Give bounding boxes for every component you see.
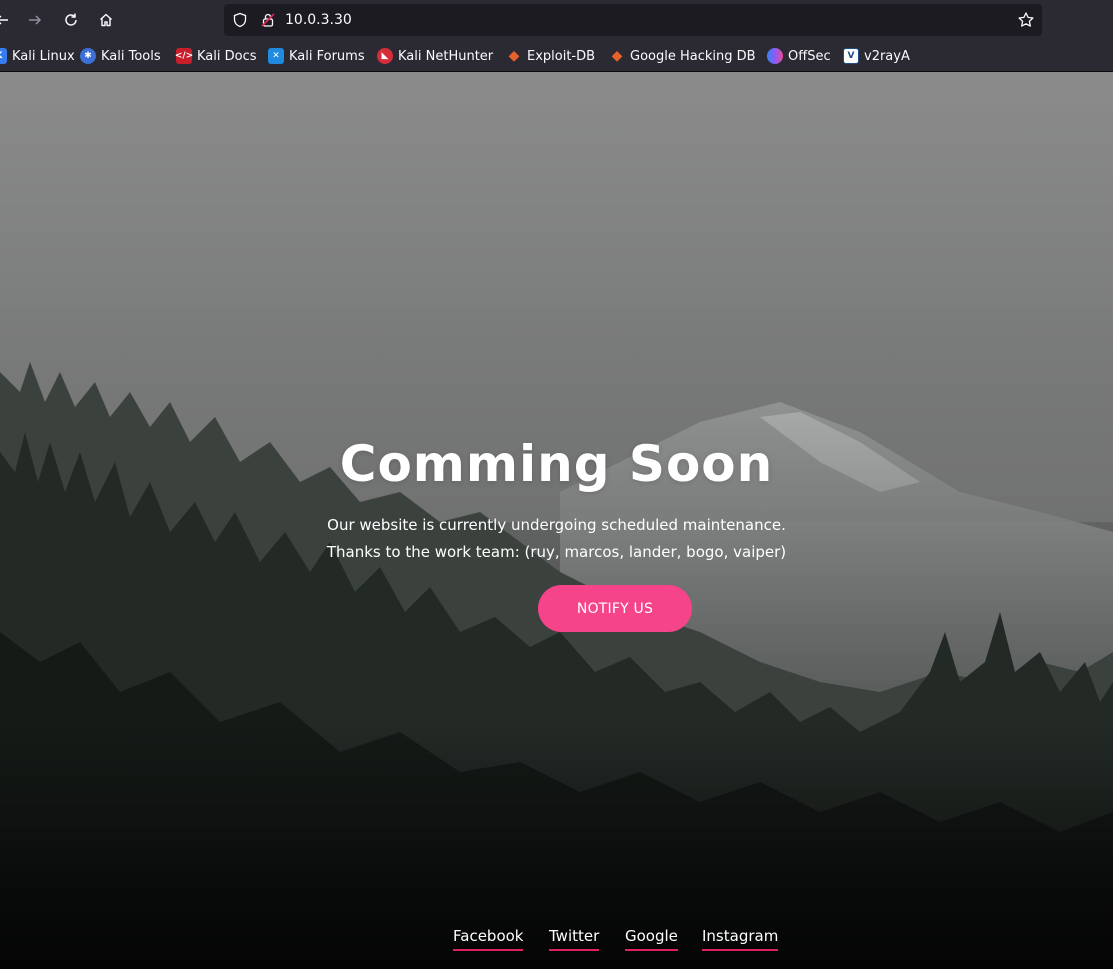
kali-forums-icon: ✕ [268,48,284,64]
kali-nethunter-icon: ◣ [377,48,393,64]
kali-docs-icon: </> [175,48,193,64]
link-underline [453,949,524,951]
facebook-link[interactable]: Facebook [453,925,524,951]
bookmark-label: Kali Forums [289,48,365,64]
page-content: Comming Soon Our website is currently un… [0,72,1113,969]
facebook-label: Facebook [453,927,524,945]
link-underline [625,949,678,951]
twitter-label: Twitter [549,927,600,945]
back-button[interactable] [0,6,16,34]
team-message: Thanks to the work team: (ruy, marcos, l… [326,543,787,561]
instagram-link[interactable]: Instagram [702,925,779,951]
bookmark-offsec[interactable]: OffSec [767,46,831,66]
bookmark-exploit-db[interactable]: ◆ Exploit-DB [506,46,595,66]
forward-button[interactable] [21,6,49,34]
maintenance-message: Our website is currently undergoing sche… [327,516,786,534]
google-link[interactable]: Google [625,925,678,951]
instagram-label: Instagram [702,927,779,945]
bookmark-label: Kali Tools [101,48,161,64]
browser-toolbar: 10.0.3.30 [0,0,1113,40]
bookmark-kali-forums[interactable]: ✕ Kali Forums [268,46,365,66]
bookmark-label: Exploit-DB [527,48,596,64]
bookmark-star-icon[interactable] [1017,11,1035,29]
page-title: Comming Soon [339,435,774,493]
bookmark-label: Kali Linux [12,48,75,64]
v2raya-icon: V [843,48,859,64]
home-icon [100,13,112,27]
bookmark-v2raya[interactable]: V v2rayA [843,46,910,66]
bookmark-kali-nethunter[interactable]: ◣ Kali NetHunter [377,46,493,66]
url-text[interactable]: 10.0.3.30 [285,10,985,30]
bookmark-kali-tools[interactable]: ✱ Kali Tools [80,46,161,66]
bookmark-label: Kali Docs [197,48,257,64]
link-underline [702,949,779,951]
bookmark-kali-linux[interactable]: K Kali Linux [0,46,75,66]
kali-linux-icon: K [0,48,7,64]
reload-icon [65,13,77,26]
url-bar[interactable]: 10.0.3.30 [224,4,1042,36]
google-label: Google [625,927,678,945]
twitter-link[interactable]: Twitter [549,925,600,951]
google-hacking-db-icon: ◆ [611,48,623,64]
insecure-lock-icon[interactable] [260,12,276,28]
bookmark-label: Google Hacking DB [630,48,756,64]
bookmark-label: OffSec [788,48,831,64]
bookmark-label: v2rayA [864,48,910,64]
reload-button[interactable] [57,6,85,34]
tracking-shield-icon[interactable] [232,12,248,28]
bookmark-google-hacking-db[interactable]: ◆ Google Hacking DB [609,46,756,66]
forward-arrow-icon [29,15,42,25]
bookmarks-bar: K Kali Linux ✱ Kali Tools </> Kali Docs … [0,40,1113,72]
notify-us-button[interactable]: NOTIFY US [538,585,692,632]
bookmark-kali-docs[interactable]: </> Kali Docs [175,46,257,66]
link-underline [549,949,600,951]
back-arrow-icon [0,15,8,25]
exploit-db-icon: ◆ [508,48,520,64]
home-button[interactable] [92,6,120,34]
bookmark-label: Kali NetHunter [398,48,494,64]
offsec-icon [767,48,783,64]
kali-tools-icon: ✱ [80,48,96,64]
